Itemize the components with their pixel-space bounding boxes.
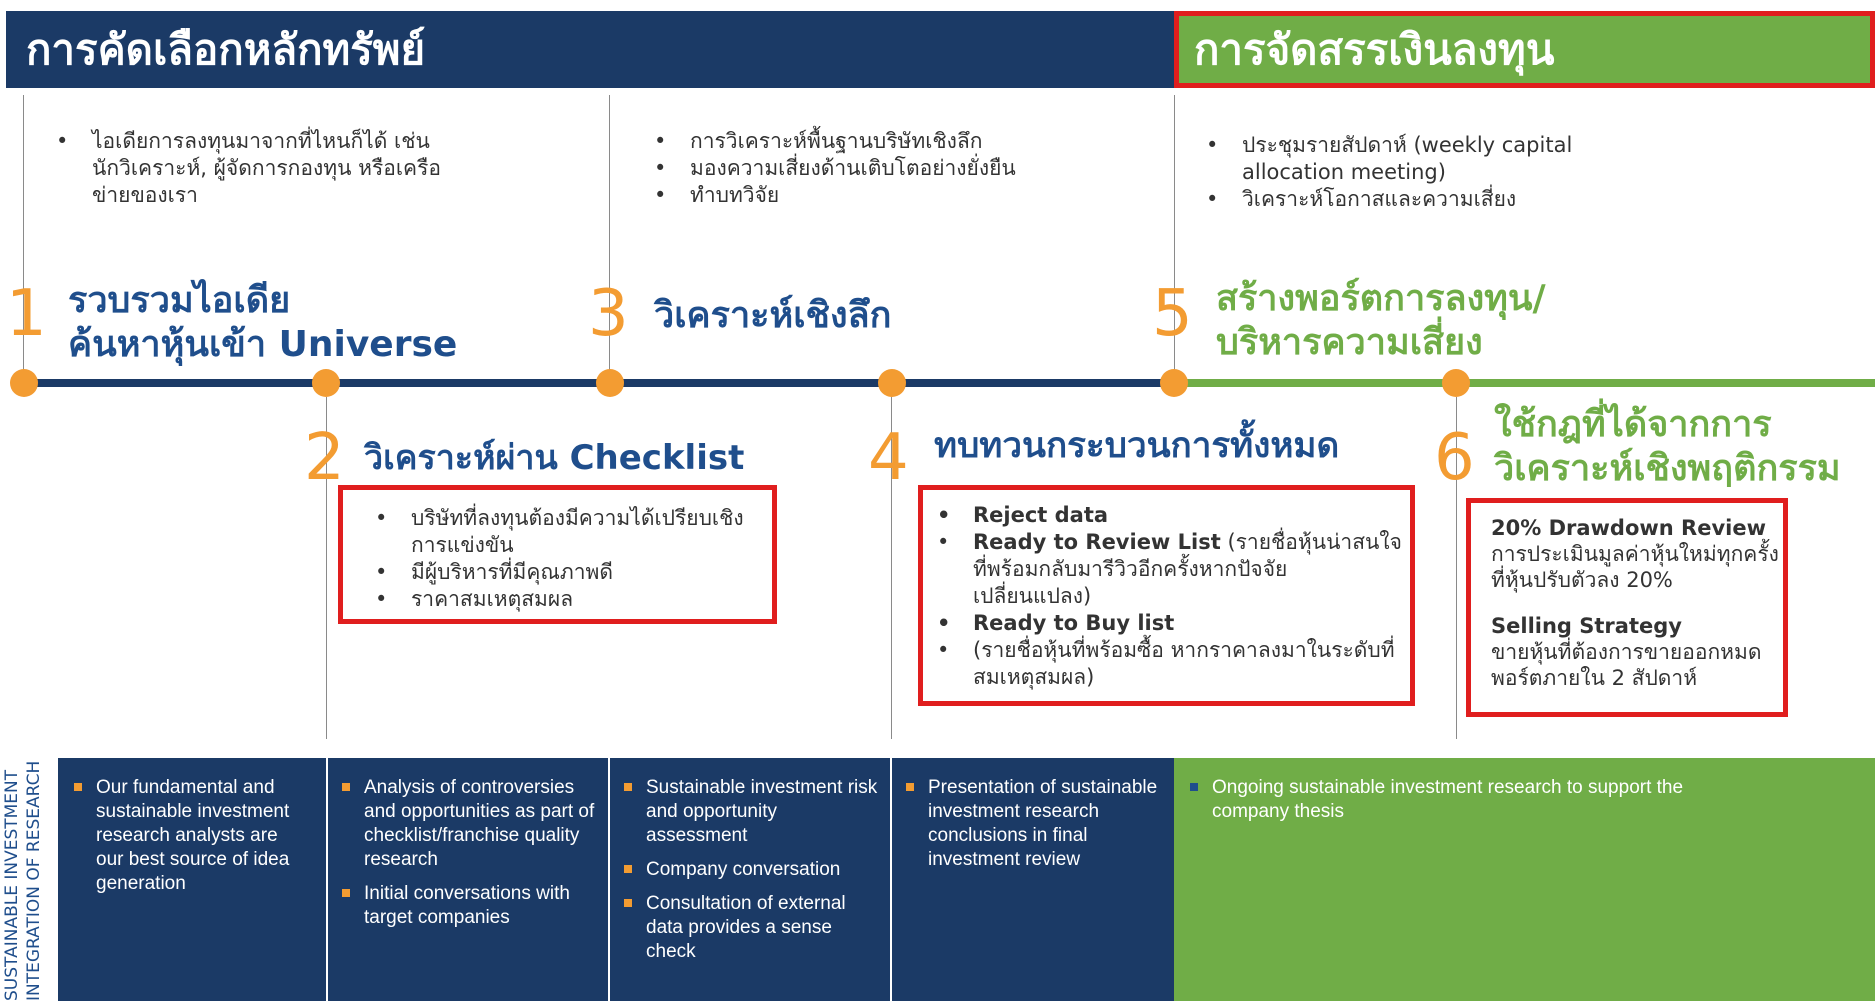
band-divider	[608, 758, 610, 1001]
step-1-title-line1: รวบรวมไอเดีย	[68, 280, 291, 321]
list-item: ไอเดียการลงทุนมาจากที่ไหนก็ได้ เช่น นักว…	[56, 128, 456, 209]
rule-heading: 20% Drawdown Review	[1491, 516, 1766, 540]
list-item: Our fundamental and sustainable investme…	[74, 776, 304, 896]
list-item: Consultation of external data provides a…	[624, 892, 880, 964]
step-number-4: 4	[868, 421, 909, 495]
step-6-title-line2: วิเคราะห์เชิงพฤติกรรม	[1494, 448, 1841, 489]
list-item: Reject data	[937, 502, 1402, 529]
top-bullets-col2: การวิเคราะห์พื้นฐานบริษัทเชิงลึก มองความ…	[654, 128, 1074, 209]
rule-text: การประเมินมูลค่าหุ้นใหม่ทุกครั้งที่หุ้นป…	[1491, 542, 1779, 592]
step-6-title-line1: ใช้กฎที่ได้จากการ	[1494, 404, 1772, 445]
list-item: มีผู้บริหารที่มีคุณภาพดี	[375, 559, 765, 586]
timeline-dot	[1442, 369, 1470, 397]
list-item: วิเคราะห์โอกาสและความเสี่ยง	[1206, 186, 1606, 213]
timeline-dot	[10, 369, 38, 397]
rule-heading: Selling Strategy	[1491, 614, 1682, 638]
checklist-box: บริษัทที่ลงทุนต้องมีความได้เปรียบเชิงการ…	[338, 485, 777, 624]
step-number-2: 2	[304, 421, 345, 495]
list-item: ทำบทวิจัย	[654, 182, 1074, 209]
timeline-dot	[312, 369, 340, 397]
timeline-dot	[878, 369, 906, 397]
list-item: ราคาสมเหตุสมผล	[375, 586, 765, 613]
step-1-title-line2: ค้นหาหุ้นเข้า Universe	[68, 324, 458, 365]
step-number-3: 3	[588, 277, 629, 351]
bottom-col1: Our fundamental and sustainable investme…	[74, 776, 304, 906]
rule-text: ขายหุ้นที่ต้องการขายออกหมดพอร์ตภายใน 2 ส…	[1491, 640, 1762, 690]
review-box: Reject data Ready to Review List (รายชื่…	[918, 485, 1415, 706]
side-label-line1: SUSTAINABLE INVESTMENT	[2, 769, 22, 1001]
bottom-col5: Ongoing sustainable investment research …	[1190, 776, 1710, 834]
bottom-col4: Presentation of sustainable investment r…	[906, 776, 1162, 882]
list-item: Company conversation	[624, 858, 880, 882]
timeline-dot	[1160, 369, 1188, 397]
timeline-dot	[596, 369, 624, 397]
header-left-bar: การคัดเลือกหลักทรัพย์	[6, 11, 1174, 88]
side-label-line2: INTEGRATION OF RESEARCH	[24, 760, 44, 1001]
list-item: มองความเสี่ยงด้านเติบโตอย่างยั่งยืน	[654, 155, 1074, 182]
bottom-col2: Analysis of controversies and opportunit…	[342, 776, 598, 940]
list-item: Analysis of controversies and opportunit…	[342, 776, 598, 872]
band-divider	[890, 758, 892, 1001]
step-5-title-line2: บริหารความเสี่ยง	[1216, 322, 1483, 363]
behavior-rules-box: 20% Drawdown Review การประเมินมูลค่าหุ้น…	[1466, 498, 1788, 717]
checklist-items: บริษัทที่ลงทุนต้องมีความได้เปรียบเชิงการ…	[375, 505, 765, 613]
top-bullets-col1: ไอเดียการลงทุนมาจากที่ไหนก็ได้ เช่น นักว…	[56, 128, 456, 209]
list-item: Presentation of sustainable investment r…	[906, 776, 1162, 872]
side-label: SUSTAINABLE INVESTMENT INTEGRATION OF RE…	[0, 758, 52, 1001]
list-item: (รายชื่อหุ้นที่พร้อมซื้อ หากราคาลงมาในระ…	[937, 637, 1402, 691]
list-item: บริษัทที่ลงทุนต้องมีความได้เปรียบเชิงการ…	[375, 505, 765, 559]
behavior-rules-text: 20% Drawdown Review การประเมินมูลค่าหุ้น…	[1491, 515, 1781, 691]
list-item: Sustainable investment risk and opportun…	[624, 776, 880, 848]
list-item: Ready to Review List (รายชื่อหุ้นน่าสนใจ…	[937, 529, 1402, 610]
step-3-title: วิเคราะห์เชิงลึก	[654, 295, 892, 336]
list-item: Initial conversations with target compan…	[342, 882, 598, 930]
bottom-col3: Sustainable investment risk and opportun…	[624, 776, 880, 974]
review-list-label: Ready to Review List	[973, 530, 1221, 554]
top-bullets-col3: ประชุมรายสัปดาห์ (weekly capital allocat…	[1206, 132, 1606, 213]
list-item: Ready to Buy list	[937, 610, 1402, 637]
header-left-title: การคัดเลือกหลักทรัพย์	[26, 25, 426, 74]
list-item: การวิเคราะห์พื้นฐานบริษัทเชิงลึก	[654, 128, 1074, 155]
step-5-title-line1: สร้างพอร์ตการลงทุน/	[1216, 278, 1546, 319]
review-items: Reject data Ready to Review List (รายชื่…	[937, 502, 1402, 691]
step-2-title: วิเคราะห์ผ่าน Checklist	[364, 438, 745, 478]
band-divider	[326, 758, 328, 1001]
step-number-6: 6	[1434, 421, 1475, 495]
step-4-title: ทบทวนกระบวนการทั้งหมด	[934, 426, 1340, 466]
header-right-highlight	[1174, 11, 1875, 88]
timeline-green	[1174, 379, 1875, 387]
step-number-1: 1	[6, 277, 47, 351]
list-item: Ongoing sustainable investment research …	[1190, 776, 1710, 824]
step-number-5: 5	[1152, 277, 1193, 351]
list-item: ประชุมรายสัปดาห์ (weekly capital allocat…	[1206, 132, 1606, 186]
